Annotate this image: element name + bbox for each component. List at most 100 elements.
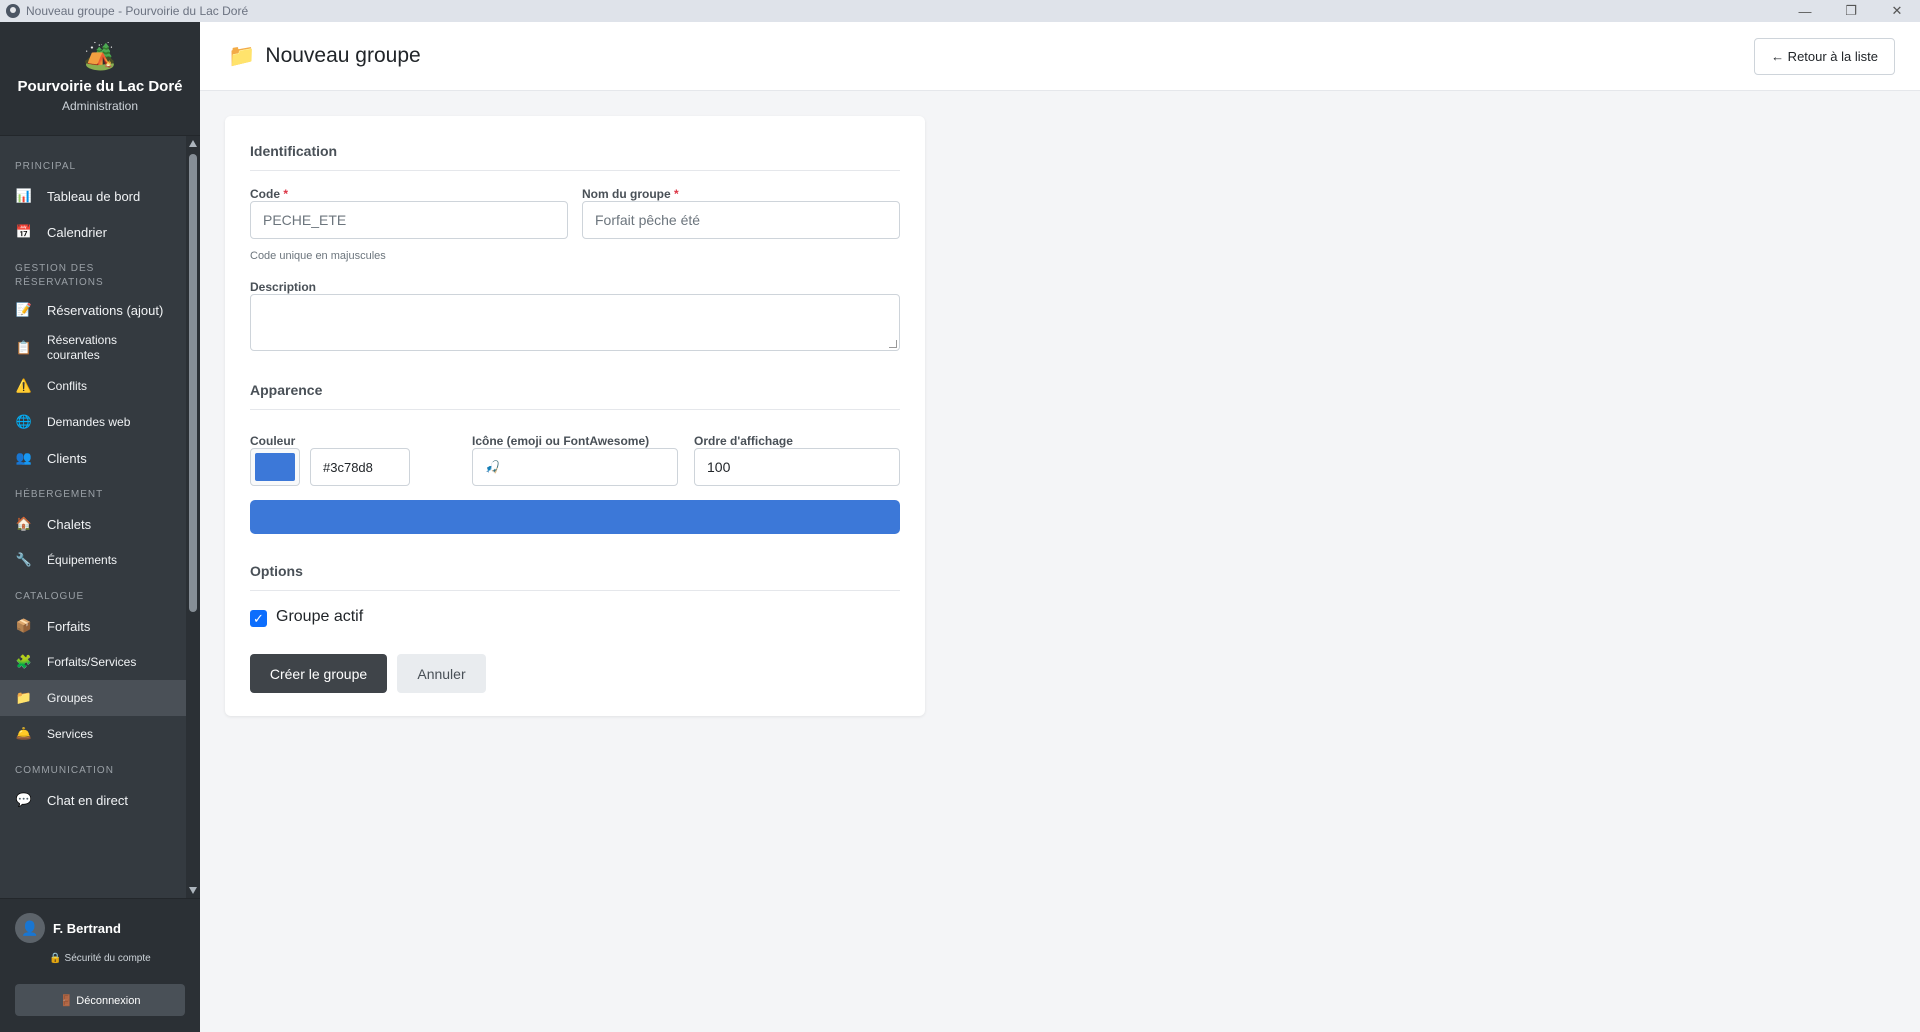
sidebar-item-label: Chat en direct bbox=[47, 792, 128, 808]
back-to-list-button[interactable]: ← Retour à la liste bbox=[1754, 38, 1895, 75]
sidebar-scrollbar[interactable] bbox=[186, 136, 200, 898]
sidebar-item-label: Calendrier bbox=[47, 224, 107, 240]
code-label: Code * bbox=[250, 187, 289, 201]
user-row: 👤 F. Bertrand bbox=[0, 899, 200, 943]
nav-section-catalogue: CATALOGUE bbox=[15, 591, 85, 602]
sidebar-item-dashboard[interactable]: 📊 Tableau de bord bbox=[0, 178, 186, 214]
brand-header: 🏕️ Pourvoirie du Lac Doré Administration bbox=[0, 22, 200, 136]
code-hint: Code unique en majuscules bbox=[250, 250, 386, 262]
required-mark: * bbox=[674, 187, 679, 201]
avatar: 👤 bbox=[15, 913, 45, 943]
sidebar-item-label: Services bbox=[47, 727, 94, 741]
sidebar-item-live-chat[interactable]: 💬 Chat en direct bbox=[0, 782, 186, 818]
section-title-options: Options bbox=[250, 563, 303, 579]
sidebar-item-packages-services[interactable]: 🧩 Forfaits/Services bbox=[0, 644, 186, 680]
page-header: 📁 Nouveau groupe ← Retour à la liste bbox=[200, 22, 1920, 91]
puzzle-icon: 🧩 bbox=[15, 654, 33, 669]
window-controls: — ❐ ✕ bbox=[1782, 0, 1920, 22]
color-label: Couleur bbox=[250, 434, 296, 448]
nav-section-hebergement: HÉBERGEMENT bbox=[15, 489, 104, 500]
account-security-link[interactable]: 🔒 Sécurité du compte bbox=[0, 953, 200, 964]
group-form-card: Identification Code * PECHE_ETE Code uni… bbox=[225, 116, 925, 716]
user-name: F. Bertrand bbox=[53, 920, 121, 936]
sidebar-item-equipment[interactable]: 🔧 Équipements bbox=[0, 542, 186, 578]
color-hex-input[interactable]: #3c78d8 bbox=[310, 448, 410, 486]
window-title: Nouveau groupe - Pourvoirie du Lac Doré bbox=[26, 4, 249, 18]
sidebar-nav: PRINCIPAL 📊 Tableau de bord 📅 Calendrier… bbox=[0, 136, 186, 898]
sidebar-item-reservations-current[interactable]: 📋 Réservations courantes bbox=[0, 328, 186, 368]
sidebar-item-chalets[interactable]: 🏠 Chalets bbox=[0, 506, 186, 542]
sidebar-item-conflicts[interactable]: ⚠️ Conflits bbox=[0, 368, 186, 404]
color-preview-bar bbox=[250, 500, 900, 534]
sidebar-item-label: Réservations courantes bbox=[47, 333, 118, 362]
package-icon: 📦 bbox=[15, 618, 33, 633]
house-icon: 🏠 bbox=[15, 516, 33, 531]
description-textarea[interactable] bbox=[250, 294, 900, 351]
sidebar-item-packages[interactable]: 📦 Forfaits bbox=[0, 608, 186, 644]
window-titlebar: Nouveau groupe - Pourvoirie du Lac Doré … bbox=[0, 0, 1920, 22]
sidebar-item-calendar[interactable]: 📅 Calendrier bbox=[0, 214, 186, 250]
sidebar-item-services[interactable]: 🛎️ Services bbox=[0, 716, 186, 752]
active-checkbox-label[interactable]: Groupe actif bbox=[276, 608, 363, 626]
nav-section-communication: COMMUNICATION bbox=[15, 765, 114, 776]
sidebar-item-clients[interactable]: 👥 Clients bbox=[0, 440, 186, 476]
group-name-input[interactable]: Forfait pêche été bbox=[582, 201, 900, 239]
create-group-button[interactable]: Créer le groupe bbox=[250, 654, 387, 693]
wrench-icon: 🔧 bbox=[15, 552, 33, 567]
sidebar-item-groups[interactable]: 📁 Groupes bbox=[0, 680, 186, 716]
active-checkbox[interactable]: ✓ bbox=[250, 610, 267, 627]
required-mark: * bbox=[283, 187, 289, 201]
sidebar-item-label: Groupes bbox=[47, 691, 94, 705]
cancel-button[interactable]: Annuler bbox=[397, 654, 486, 693]
sidebar-item-label: Forfaits bbox=[47, 618, 91, 634]
memo-icon: 📝 bbox=[15, 302, 33, 317]
minimize-button[interactable]: — bbox=[1782, 0, 1828, 22]
sidebar: 🏕️ Pourvoirie du Lac Doré Administration… bbox=[0, 22, 200, 1032]
app-icon bbox=[6, 4, 20, 18]
brand-logo-icon: 🏕️ bbox=[83, 41, 117, 71]
main-content: 📁 Nouveau groupe ← Retour à la liste Ide… bbox=[200, 22, 1920, 1032]
calendar-icon: 📅 bbox=[15, 224, 33, 239]
description-label: Description bbox=[250, 280, 317, 294]
folder-icon: 📁 bbox=[15, 690, 33, 705]
nav-section-principal: PRINCIPAL bbox=[15, 161, 77, 172]
sidebar-item-label: Conflits bbox=[47, 379, 88, 393]
chart-icon: 📊 bbox=[15, 188, 33, 203]
sidebar-item-label: Réservations (ajout) bbox=[47, 302, 164, 318]
nav-section-reservations: GESTION DES RÉSERVATIONS bbox=[15, 263, 104, 288]
sidebar-item-web-requests[interactable]: 🌐 Demandes web bbox=[0, 404, 186, 440]
scrollbar-thumb[interactable] bbox=[189, 154, 197, 612]
brand-subtitle: Administration bbox=[61, 99, 139, 113]
globe-icon: 🌐 bbox=[15, 414, 33, 429]
logout-button[interactable]: 🚪 Déconnexion bbox=[15, 984, 185, 1016]
close-button[interactable]: ✕ bbox=[1874, 0, 1920, 22]
code-input[interactable]: PECHE_ETE bbox=[250, 201, 568, 239]
page-title: Nouveau groupe bbox=[265, 44, 421, 67]
brand-name: Pourvoirie du Lac Doré bbox=[17, 78, 183, 95]
sidebar-item-label: Tableau de bord bbox=[47, 188, 141, 204]
group-name-label: Nom du groupe * bbox=[582, 187, 679, 201]
clipboard-icon: 📋 bbox=[15, 340, 33, 355]
icon-input[interactable]: 🎣 bbox=[472, 448, 678, 486]
sidebar-item-label: Demandes web bbox=[47, 415, 131, 429]
section-title-identification: Identification bbox=[250, 143, 338, 159]
resize-handle-icon[interactable] bbox=[889, 340, 897, 348]
section-divider bbox=[250, 590, 900, 591]
warning-icon: ⚠️ bbox=[15, 378, 33, 393]
scroll-down-icon[interactable] bbox=[189, 887, 197, 894]
sidebar-item-label: Chalets bbox=[47, 516, 92, 532]
speech-bubble-icon: 💬 bbox=[15, 792, 33, 807]
sidebar-item-label: Forfaits/Services bbox=[47, 655, 137, 669]
users-icon: 👥 bbox=[15, 450, 33, 465]
scroll-up-icon[interactable] bbox=[189, 140, 197, 147]
sidebar-item-label: Équipements bbox=[47, 553, 118, 567]
sidebar-item-label: Clients bbox=[47, 450, 87, 466]
bell-icon: 🛎️ bbox=[15, 726, 33, 741]
display-order-input[interactable]: 100 bbox=[694, 448, 900, 486]
color-picker[interactable] bbox=[250, 448, 300, 486]
maximize-button[interactable]: ❐ bbox=[1828, 0, 1874, 22]
sidebar-item-reservations-add[interactable]: 📝 Réservations (ajout) bbox=[0, 292, 186, 328]
icon-label: Icône (emoji ou FontAwesome) bbox=[472, 434, 650, 448]
section-divider bbox=[250, 409, 900, 410]
color-swatch bbox=[255, 453, 295, 481]
